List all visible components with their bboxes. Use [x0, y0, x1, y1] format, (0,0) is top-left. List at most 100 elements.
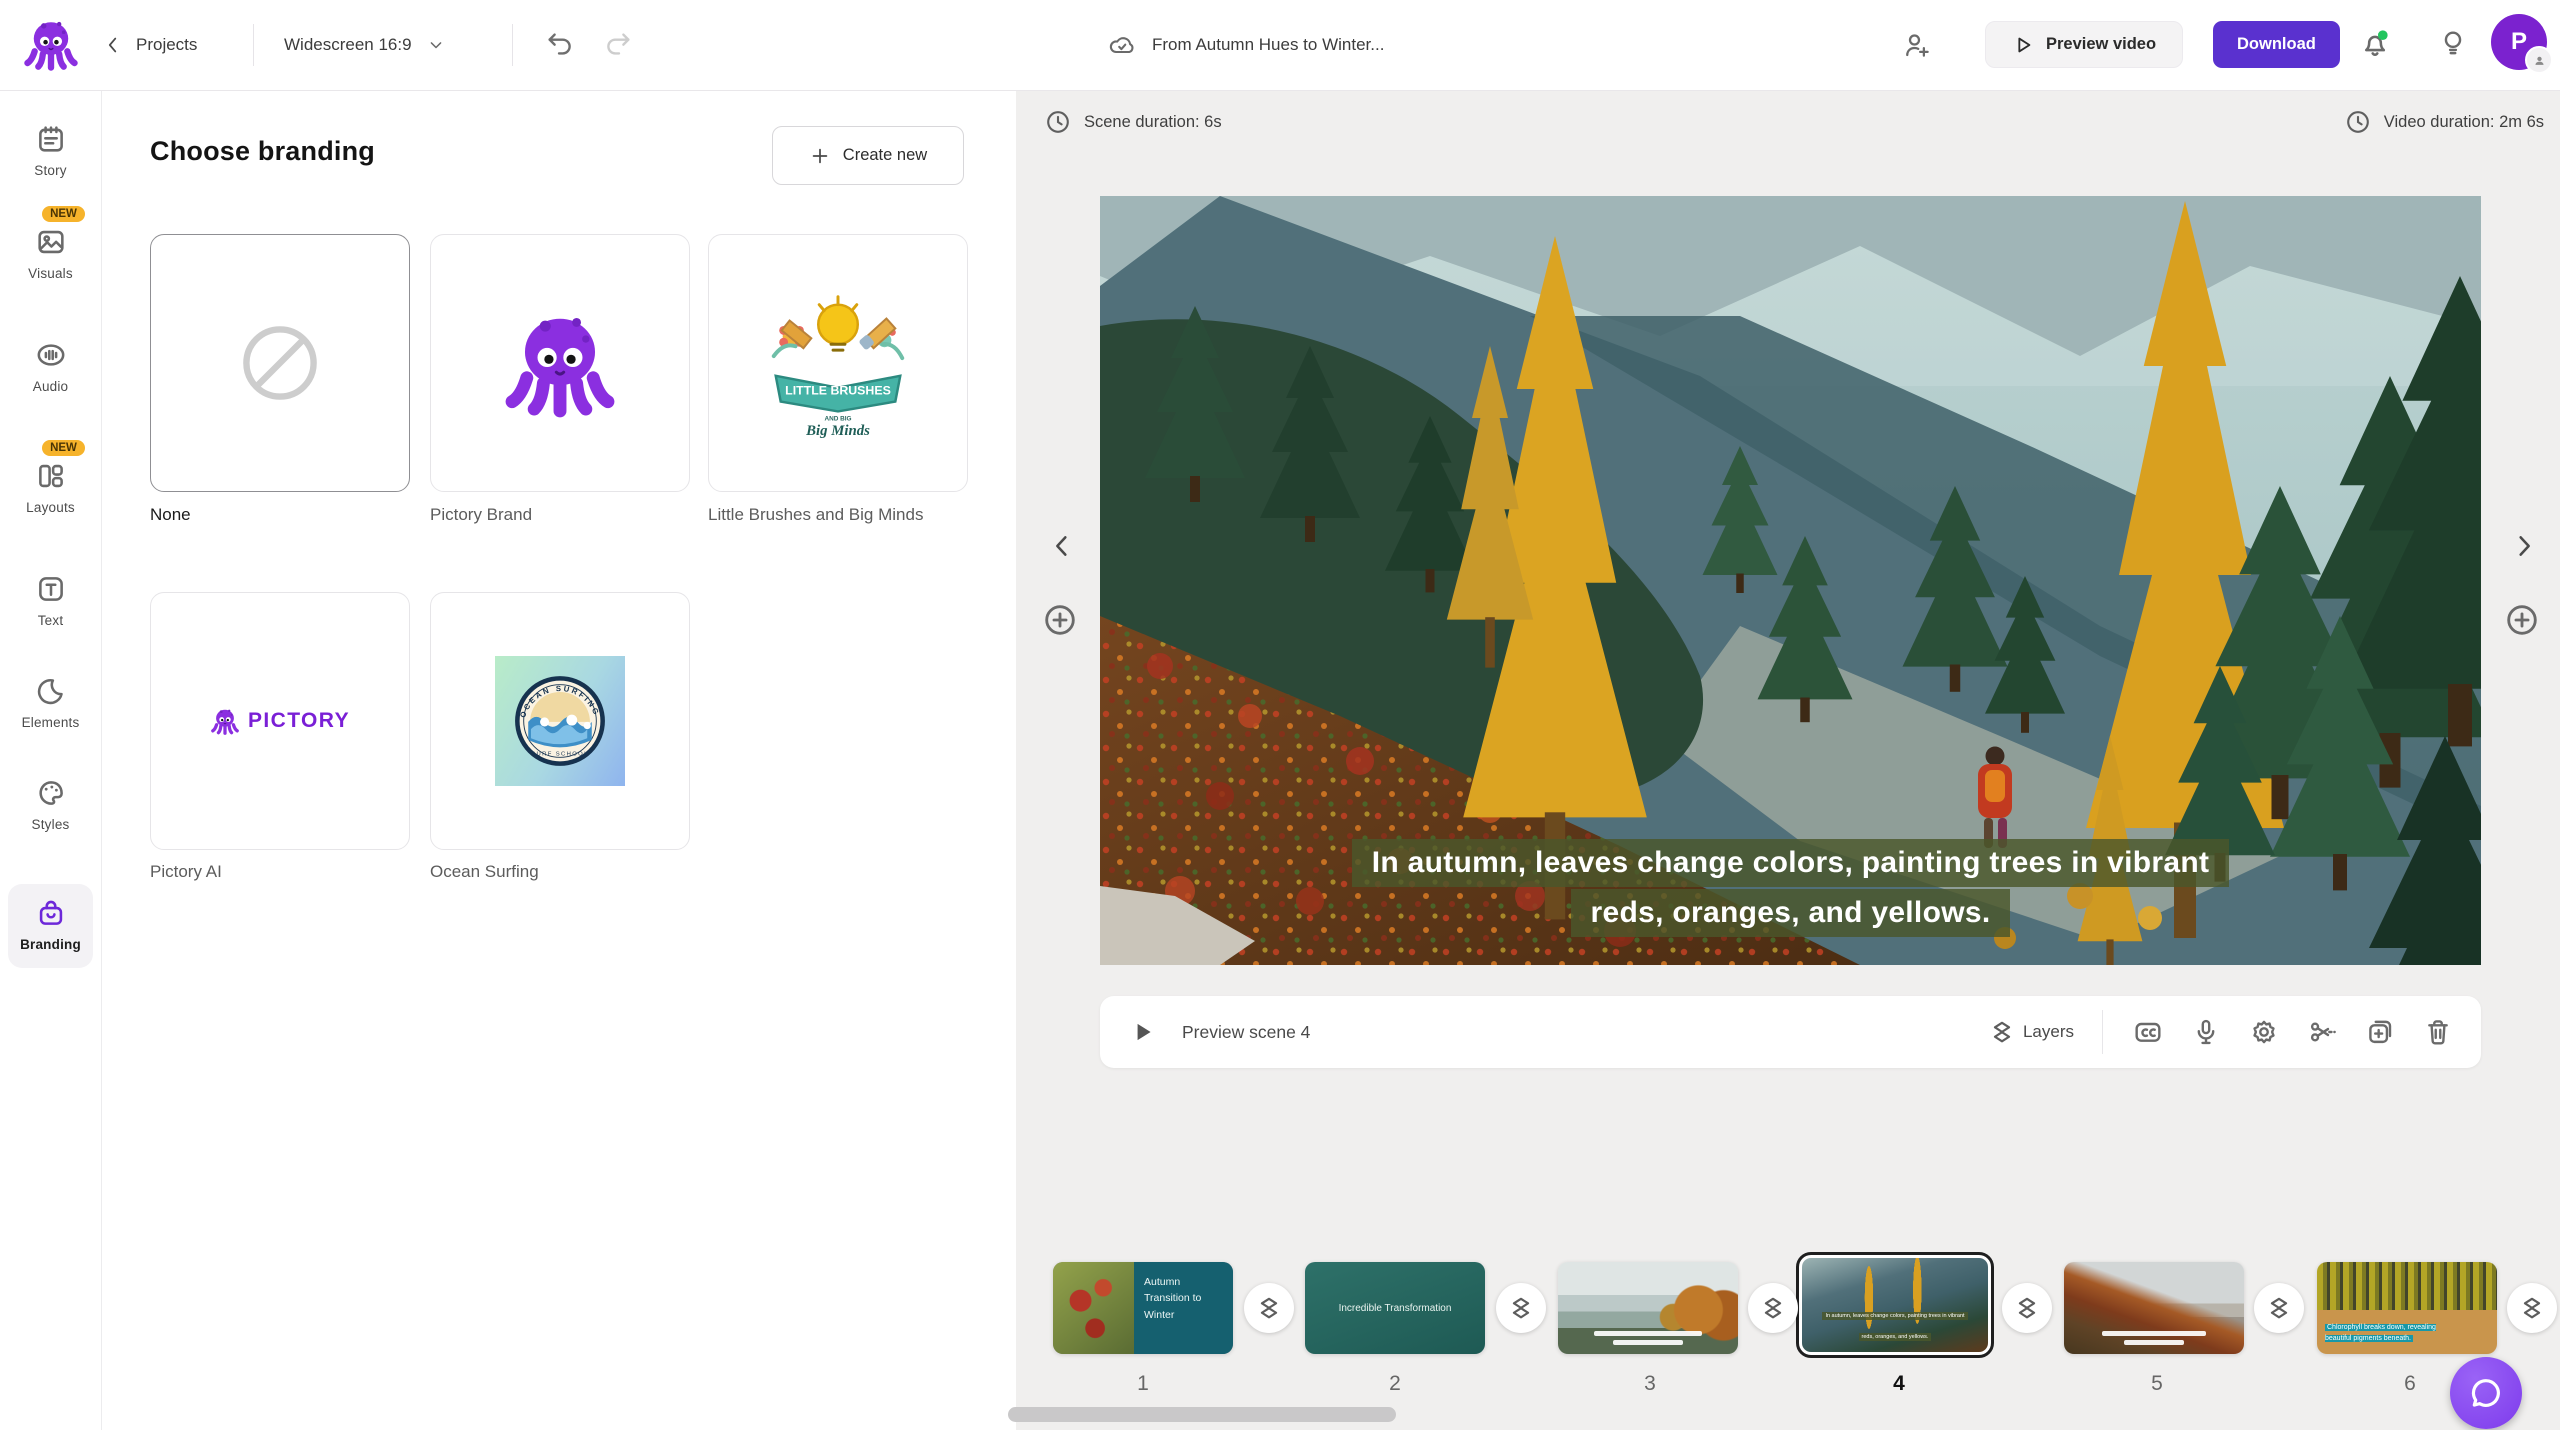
transition-button[interactable] [1244, 1283, 1294, 1333]
visuals-icon [37, 230, 64, 254]
app-window: Projects Widescreen 16:9 From Autumn Hue… [0, 0, 2560, 1430]
little-brushes-logo: LITTLE BRUSHES AND BIG Big Minds [771, 295, 905, 439]
sidebar-label: Elements [21, 715, 80, 730]
scene-thumbnail-6[interactable]: Chlorophyll breaks down, revealing beaut… [2317, 1262, 2497, 1354]
scene5-caption-bars [2091, 1331, 2217, 1345]
aspect-ratio-select[interactable]: Widescreen 16:9 [284, 22, 446, 68]
audio-icon [37, 344, 64, 366]
scene-number: 6 [2404, 1372, 2416, 1395]
elements-icon [37, 678, 63, 705]
create-new-label: Create new [842, 146, 928, 164]
clock-icon [1047, 111, 1069, 133]
project-title-group[interactable]: From Autumn Hues to Winter... [1108, 22, 1384, 68]
scene1-image [1053, 1262, 1134, 1354]
invite-user-button[interactable] [1900, 28, 1934, 62]
split-scene-button[interactable] [2305, 1015, 2339, 1049]
avatar-initial: P [2510, 28, 2527, 55]
transition-button[interactable] [1496, 1283, 1546, 1333]
preview-video-label: Preview video [2046, 35, 2157, 53]
layers-icon [1993, 1021, 2011, 1043]
duplicate-scene-button[interactable] [2363, 1015, 2397, 1049]
transition-button[interactable] [1748, 1283, 1798, 1333]
sidebar-item-branding[interactable]: Branding [0, 884, 101, 968]
scene-number: 2 [1389, 1372, 1401, 1395]
sidebar-item-text[interactable]: Text [0, 572, 101, 628]
branding-card-ocean-surfing[interactable]: OCEAN SURFING SURF SCHOOL [430, 592, 690, 850]
scene-duration: Scene duration: 6s [1044, 108, 1222, 136]
create-new-button[interactable]: Create new [772, 126, 964, 185]
scene-thumbnail-3[interactable] [1558, 1262, 1738, 1354]
layers-button[interactable]: Layers [1989, 1019, 2074, 1045]
branding-card-little-brushes[interactable]: LITTLE BRUSHES AND BIG Big Minds [708, 234, 968, 492]
transition-button[interactable] [2002, 1283, 2052, 1333]
notifications-button[interactable] [2358, 26, 2392, 60]
none-slash-icon [243, 326, 317, 400]
redo-button[interactable] [602, 27, 636, 61]
pictory-logo[interactable] [22, 15, 80, 78]
story-icon [38, 126, 63, 152]
scene6-caption: Chlorophyll breaks down, revealing beaut… [2325, 1324, 2436, 1342]
scene-number-selected: 4 [1893, 1372, 1905, 1395]
clock-icon [2346, 111, 2369, 133]
ocean-surfing-logo: OCEAN SURFING SURF SCHOOL [495, 656, 625, 786]
aspect-ratio-value: Widescreen 16:9 [284, 35, 412, 54]
sidebar-label: Text [37, 613, 64, 628]
banner-script-text: Big Minds [805, 423, 870, 439]
transition-button[interactable] [2507, 1283, 2557, 1333]
account-avatar[interactable]: P [2491, 14, 2553, 74]
delete-scene-button[interactable] [2421, 1015, 2455, 1049]
branding-card-label: None [150, 505, 191, 524]
chat-bubble-icon [2471, 1379, 2500, 1407]
sidebar-item-layouts[interactable]: NEW Layouts [0, 440, 101, 515]
left-nav-sidebar: Story NEW Visuals Audio NEW Layouts Text… [0, 90, 102, 1430]
branding-card-pictory-ai[interactable]: PICTORY [150, 592, 410, 850]
back-to-projects[interactable]: Projects [102, 22, 197, 68]
divider [253, 24, 254, 66]
sidebar-item-visuals[interactable]: NEW Visuals [0, 206, 101, 281]
octopus-logo [501, 304, 619, 422]
caption-line-1: In autumn, leaves change colors, paintin… [1351, 839, 2230, 887]
captions-button[interactable] [2131, 1015, 2165, 1049]
plus-icon [812, 148, 828, 163]
layers-label: Layers [2022, 1022, 2074, 1041]
previous-scene-button[interactable] [1040, 524, 1084, 568]
octopus-mini-logo [211, 707, 239, 735]
caption-line-2: reds, oranges, and yellows. [1570, 889, 2011, 937]
play-scene-button[interactable] [1126, 1015, 1160, 1049]
sidebar-item-styles[interactable]: Styles [0, 776, 101, 832]
help-chat-button[interactable] [2450, 1357, 2522, 1429]
add-scene-left-button[interactable] [1038, 598, 1082, 642]
sidebar-item-story[interactable]: Story [0, 122, 101, 178]
sidebar-item-audio[interactable]: Audio [0, 338, 101, 394]
undo-button[interactable] [542, 27, 576, 61]
scene3-caption-bars [1585, 1331, 1711, 1345]
preview-video-button[interactable]: Preview video [1985, 21, 2184, 68]
divider [2102, 1010, 2103, 1054]
branding-card-label: Ocean Surfing [430, 862, 539, 881]
scene-thumbnail-4-selected[interactable]: In autumn, leaves change colors, paintin… [1796, 1252, 1994, 1358]
text-icon [38, 577, 63, 601]
branding-card-label: Pictory Brand [430, 505, 533, 524]
new-badge: NEW [42, 440, 85, 456]
scene-thumbnail-2[interactable]: Incredible Transformation [1305, 1262, 1485, 1354]
scene-caption[interactable]: In autumn, leaves change colors, paintin… [1100, 839, 2481, 937]
help-tips-button[interactable] [2436, 26, 2470, 60]
branding-card-pictory-brand[interactable] [430, 234, 690, 492]
voiceover-button[interactable] [2189, 1015, 2223, 1049]
timeline-scrollbar[interactable] [1008, 1407, 1396, 1422]
play-icon [2018, 37, 2031, 52]
layouts-icon [38, 464, 63, 488]
preview-scene-label: Preview scene 4 [1182, 1021, 1311, 1042]
scene-thumbnail-1[interactable]: Autumn Transition to Winter [1053, 1262, 1233, 1354]
scene-thumbnail-5[interactable] [2064, 1262, 2244, 1354]
branding-card-none[interactable] [150, 234, 410, 492]
scene-settings-button[interactable] [2247, 1015, 2281, 1049]
sidebar-label: Visuals [28, 266, 73, 281]
download-button[interactable]: Download [2213, 21, 2340, 68]
styles-icon [38, 781, 63, 805]
add-scene-right-button[interactable] [2500, 598, 2544, 642]
sidebar-item-elements[interactable]: Elements [0, 674, 101, 730]
next-scene-button[interactable] [2502, 524, 2546, 568]
transition-button[interactable] [2254, 1283, 2304, 1333]
cloud-saved-icon [1109, 37, 1134, 54]
